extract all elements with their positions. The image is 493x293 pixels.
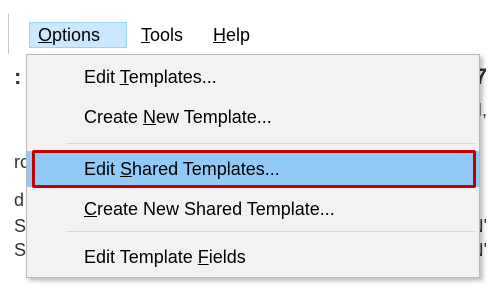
- highlight-annotation-frame: [32, 150, 476, 188]
- menu-item-accelerator: N: [143, 107, 157, 127]
- menu-help[interactable]: Help: [205, 22, 267, 48]
- bg-fragment-left-4: d: [14, 190, 25, 210]
- menu-item-accelerator: F: [197, 247, 209, 267]
- menu-item-text: Create: [84, 107, 144, 127]
- menu-options-post: ptions: [52, 25, 101, 45]
- menubar: Options Tools Help: [8, 14, 493, 54]
- menu-item-text: Edit Template: [84, 247, 198, 267]
- menu-item-accelerator: T: [119, 67, 129, 87]
- menu-item-text: emplates...: [128, 67, 217, 87]
- menu-item-accelerator: C: [84, 199, 97, 219]
- menu-separator: [67, 231, 475, 232]
- menu-item-create-new-template[interactable]: Create New Template...: [27, 99, 479, 135]
- bg-fragment-left-1: :: [14, 64, 22, 89]
- menu-help-post: elp: [226, 25, 251, 45]
- menu-tools[interactable]: Tools: [133, 22, 203, 48]
- menu-help-accelerator: H: [213, 25, 226, 45]
- menu-item-text: Edit: [84, 67, 120, 87]
- menu-item-edit-templates[interactable]: Edit Templates...: [27, 59, 479, 95]
- screenshot-root: : 07 N, rc d S( SN' S( SN' Options Tools…: [0, 0, 493, 293]
- menu-item-text: reate New Shared Template...: [97, 199, 335, 219]
- options-dropdown-menu: Edit Templates... Create New Template...…: [26, 54, 480, 278]
- menu-item-text: ields: [208, 247, 246, 267]
- menu-options-accelerator: O: [38, 25, 53, 45]
- menu-tools-accelerator: T: [141, 25, 150, 45]
- menu-separator: [67, 143, 475, 144]
- menu-tools-post: ools: [150, 25, 184, 45]
- menu-options[interactable]: Options: [29, 22, 127, 48]
- menu-item-text: ew Template...: [156, 107, 272, 127]
- menu-item-edit-template-fields[interactable]: Edit Template Fields: [27, 239, 479, 275]
- menu-item-create-new-shared-template[interactable]: Create New Shared Template...: [27, 191, 479, 227]
